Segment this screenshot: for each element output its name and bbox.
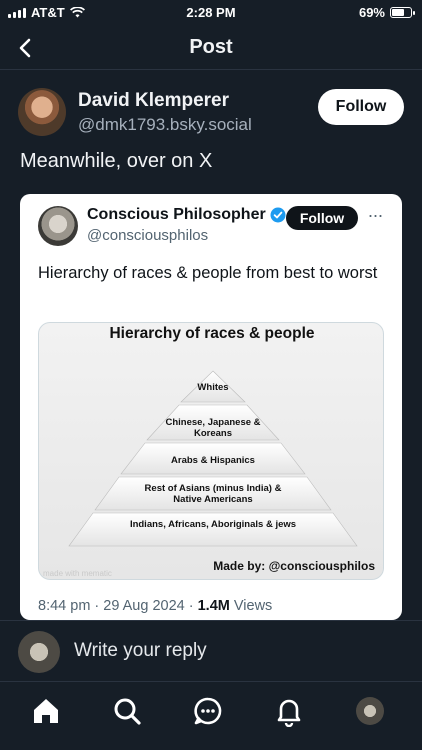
image-watermark: made with mematic [43, 569, 112, 578]
post-timestamp: 8:44 pm · 29 Aug 2024 · [38, 598, 194, 614]
profile-avatar[interactable] [356, 697, 384, 725]
status-bar: AT&T 2:28 PM 69% [0, 0, 422, 24]
embedded-author-avatar [38, 206, 78, 246]
bell-icon[interactable] [273, 695, 305, 727]
pyramid-graphic [68, 370, 358, 547]
embedded-post[interactable]: Conscious Philosopher @consciousphilos F… [20, 194, 402, 620]
pyramid-tier-3: Arabs & Hispanics [171, 455, 255, 466]
user-avatar [18, 631, 60, 673]
pyramid-tier-5: Indians, Africans, Aboriginals & jews [129, 519, 297, 530]
author-handle[interactable]: @dmk1793.bsky.social [78, 115, 252, 135]
embedded-post-text: Hierarchy of races & people from best to… [38, 264, 378, 282]
status-right: 69% [358, 5, 415, 20]
embedded-author-name: Conscious Philosopher [87, 206, 266, 223]
author-name[interactable]: David Klemperer [78, 90, 229, 112]
follow-button[interactable]: Follow [318, 89, 404, 125]
pyramid-tier-4: Rest of Asians (minus India) & Native Am… [144, 483, 282, 505]
embedded-follow-button: Follow [286, 206, 358, 230]
battery-percent: 69% [358, 5, 385, 20]
pyramid-tier-2: Chinese, Japanese & Koreans [165, 417, 261, 439]
embedded-author-handle: @consciousphilos [87, 227, 209, 244]
search-icon[interactable] [111, 695, 143, 727]
chat-icon[interactable] [192, 695, 224, 727]
reply-composer[interactable]: Write your reply [0, 620, 422, 682]
more-options-icon: ··· [367, 205, 384, 225]
post-meta: 8:44 pm · 29 Aug 2024 · 1.4M Views [38, 598, 272, 614]
verified-badge-icon [270, 207, 286, 223]
pyramid-tier-1: Whites [197, 382, 229, 393]
embedded-author-name-row: Conscious Philosopher [87, 206, 286, 224]
battery-icon [390, 7, 415, 18]
post-header: Post [0, 26, 422, 70]
image-credit: Made by: @consciousphilos [213, 559, 375, 573]
author-avatar[interactable] [18, 88, 66, 136]
reply-input[interactable]: Write your reply [74, 640, 207, 662]
post-text: Meanwhile, over on X [20, 150, 213, 172]
bottom-tab-bar [0, 683, 422, 750]
view-count: 1.4M [197, 598, 230, 614]
page-title: Post [189, 36, 233, 58]
embedded-image[interactable]: Hierarchy of races & people Whites Chine… [38, 322, 384, 580]
views-label: Views [233, 598, 273, 614]
home-icon[interactable] [30, 695, 62, 727]
